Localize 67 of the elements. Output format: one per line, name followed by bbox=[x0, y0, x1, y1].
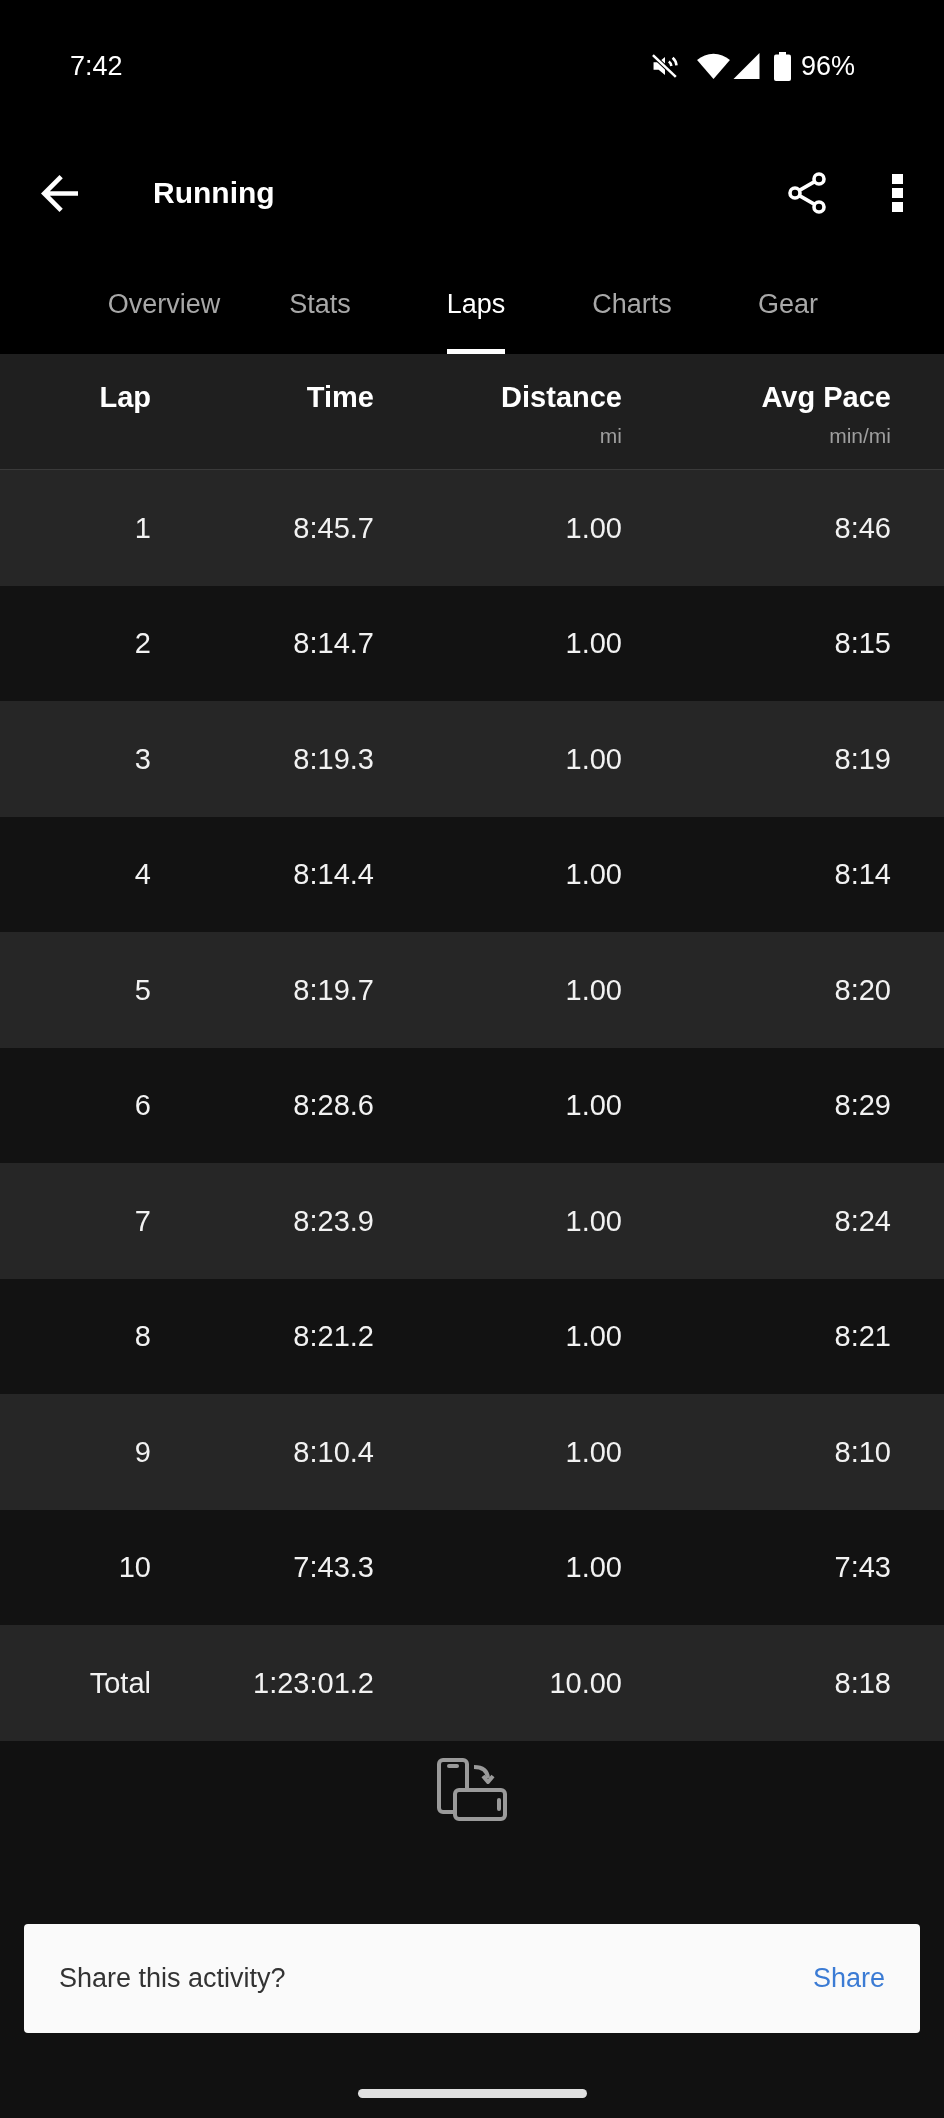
table-cell-text: 10.00 bbox=[549, 1665, 622, 1701]
tab[interactable]: Overview bbox=[107, 286, 221, 354]
table-cell-text: 9 bbox=[134, 1434, 151, 1470]
share-icon[interactable] bbox=[788, 172, 826, 214]
screen-rotation-icon[interactable] bbox=[437, 1757, 507, 1821]
table-cell-text: 1.00 bbox=[565, 1088, 622, 1124]
table-cell-text: 8:10.4 bbox=[293, 1434, 374, 1470]
table-cell-text: 8:19 bbox=[834, 741, 891, 777]
table-cell-text: 4 bbox=[134, 857, 151, 893]
table-cell-text: 2 bbox=[134, 626, 151, 662]
snackbar-message: Share this activity? bbox=[59, 1962, 286, 1994]
table-cell-text: 1.00 bbox=[565, 510, 622, 546]
wifi-icon bbox=[696, 53, 730, 79]
table-cell-text: 8:21.2 bbox=[293, 1319, 374, 1355]
table-cell-text: 3 bbox=[134, 741, 151, 777]
table-cell-text: 1.00 bbox=[565, 1550, 622, 1586]
table-cell-text: 8:14.7 bbox=[293, 626, 374, 662]
column-header: Distance bbox=[501, 380, 622, 415]
share-button[interactable]: Share bbox=[812, 1962, 885, 1994]
table-cell-text: 8:14.4 bbox=[293, 857, 374, 893]
table-cell-text: 1.00 bbox=[565, 857, 622, 893]
table-cell-text: 8:46 bbox=[834, 510, 891, 546]
table-cell-text: 7 bbox=[134, 1203, 151, 1239]
tab[interactable]: Stats bbox=[289, 286, 351, 354]
app-title: Running bbox=[153, 176, 275, 210]
table-cell-text: 8:14 bbox=[834, 857, 891, 893]
table-cell-text: 8:28.6 bbox=[293, 1088, 374, 1124]
table-cell-text: 7:43.3 bbox=[293, 1550, 374, 1586]
table-cell-text: 8:23.9 bbox=[293, 1203, 374, 1239]
table-cell-text: 1:23:01.2 bbox=[253, 1665, 374, 1701]
table-cell-text: 8:15 bbox=[834, 626, 891, 662]
column-unit: min/mi bbox=[829, 423, 891, 449]
table-cell-text: 8:21 bbox=[834, 1319, 891, 1355]
table-cell-text: 1.00 bbox=[565, 1203, 622, 1239]
table-cell-text: 8:24 bbox=[834, 1203, 891, 1239]
table-cell-text: 8:10 bbox=[834, 1434, 891, 1470]
tab[interactable]: Gear bbox=[758, 286, 818, 354]
column-header: Lap bbox=[99, 380, 151, 415]
battery-icon bbox=[773, 51, 791, 81]
column-header: Time bbox=[306, 380, 374, 415]
tab[interactable]: Charts bbox=[592, 286, 672, 354]
battery-percent: 96% bbox=[800, 50, 855, 82]
table-cell-text: 6 bbox=[134, 1088, 151, 1124]
back-arrow-icon[interactable] bbox=[41, 174, 78, 212]
signal-icon bbox=[732, 53, 760, 79]
table-cell-text: 8:45.7 bbox=[293, 510, 374, 546]
table-cell-text: 5 bbox=[134, 972, 151, 1008]
table-cell-text: 7:43 bbox=[834, 1550, 891, 1586]
table-cell-text: 1.00 bbox=[565, 741, 622, 777]
table-cell-text: 8:20 bbox=[834, 972, 891, 1008]
speaker-muted-icon bbox=[650, 53, 679, 79]
column-header: Avg Pace bbox=[761, 380, 891, 415]
table-cell-text: 8 bbox=[134, 1319, 151, 1355]
column-unit: mi bbox=[599, 423, 622, 449]
table-cell-text: 8:29 bbox=[834, 1088, 891, 1124]
table-cell-text: 8:18 bbox=[834, 1665, 891, 1701]
table-cell-text: 1.00 bbox=[565, 972, 622, 1008]
table-cell-text: 1 bbox=[134, 510, 151, 546]
table-cell-text: 1.00 bbox=[565, 1434, 622, 1470]
table-cell-text: 1.00 bbox=[565, 626, 622, 662]
table-cell-text: 8:19.3 bbox=[293, 741, 374, 777]
table-cell-text: 8:19.7 bbox=[293, 972, 374, 1008]
table-cell-text: 10 bbox=[118, 1550, 151, 1586]
more-options-icon[interactable] bbox=[892, 174, 903, 212]
table-cell-text: 1.00 bbox=[565, 1319, 622, 1355]
status-time: 7:42 bbox=[70, 50, 123, 82]
table-cell-text: Total bbox=[89, 1665, 151, 1701]
